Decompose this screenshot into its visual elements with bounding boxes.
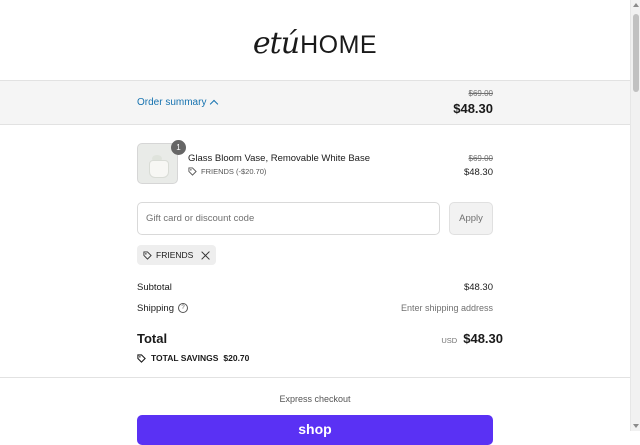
item-price: $48.30 <box>463 167 493 178</box>
applied-code-label: FRIENDS <box>156 250 194 260</box>
scrollbar-thumb[interactable] <box>633 14 639 92</box>
order-summary-bar: Order summary $69.00 $48.30 <box>0 81 630 125</box>
chevron-up-icon <box>210 99 219 109</box>
help-icon[interactable]: ? <box>177 303 188 314</box>
total-amount: USD $48.30 <box>441 331 503 346</box>
apply-button[interactable]: Apply <box>449 202 493 235</box>
order-summary-toggle[interactable]: Order summary <box>137 97 219 109</box>
logo-script-text: etú <box>252 25 300 61</box>
shipping-label: Shipping <box>137 303 174 314</box>
discount-form: Apply <box>137 202 493 235</box>
currency-code: USD <box>441 336 458 345</box>
quantity-badge: 1 <box>171 140 186 155</box>
tag-icon <box>188 167 197 176</box>
express-checkout-label: Express checkout <box>279 394 351 404</box>
product-name: Glass Bloom Vase, Removable White Base <box>188 153 370 164</box>
scrollbar[interactable] <box>630 0 640 431</box>
summary-original-total: $69.00 <box>468 89 493 98</box>
shipping-value: Enter shipping address <box>400 303 493 313</box>
logo-home-text: HOME <box>300 30 378 59</box>
shop-pay-label: shop <box>298 421 332 437</box>
site-header: etú HOME <box>0 0 630 81</box>
total-value: $48.30 <box>463 331 503 346</box>
scroll-down-icon[interactable] <box>633 424 639 428</box>
total-savings: TOTAL SAVINGS $20.70 <box>137 353 249 363</box>
subtotal-label: Subtotal <box>137 282 172 293</box>
order-summary-label: Order summary <box>137 97 207 108</box>
discount-code-input[interactable] <box>137 202 440 235</box>
savings-value: $20.70 <box>223 353 250 363</box>
vase-image-base <box>149 160 169 178</box>
line-item: 1 Glass Bloom Vase, Removable White Base… <box>137 140 493 185</box>
shop-pay-button[interactable]: shop <box>137 415 493 445</box>
item-discount-text: FRIENDS (-$20.70) <box>201 167 267 176</box>
remove-discount-icon[interactable] <box>201 251 210 260</box>
subtotal-value: $48.30 <box>463 282 493 293</box>
shipping-row: Shipping? Enter shipping address <box>137 303 493 314</box>
tag-icon <box>137 353 146 363</box>
applied-discount-chip: FRIENDS <box>137 245 217 265</box>
brand-logo[interactable]: etú HOME <box>253 26 377 61</box>
tag-icon <box>143 250 152 260</box>
divider <box>0 377 630 378</box>
summary-total: $48.30 <box>453 101 493 116</box>
total-label: Total <box>137 331 168 346</box>
savings-label: TOTAL SAVINGS <box>151 353 219 363</box>
item-discount: FRIENDS (-$20.70) <box>188 167 266 176</box>
item-original-price: $69.00 <box>468 154 493 163</box>
subtotal-row: Subtotal $48.30 <box>137 282 493 293</box>
scroll-up-icon[interactable] <box>633 3 639 7</box>
product-thumbnail: 1 <box>137 140 186 184</box>
